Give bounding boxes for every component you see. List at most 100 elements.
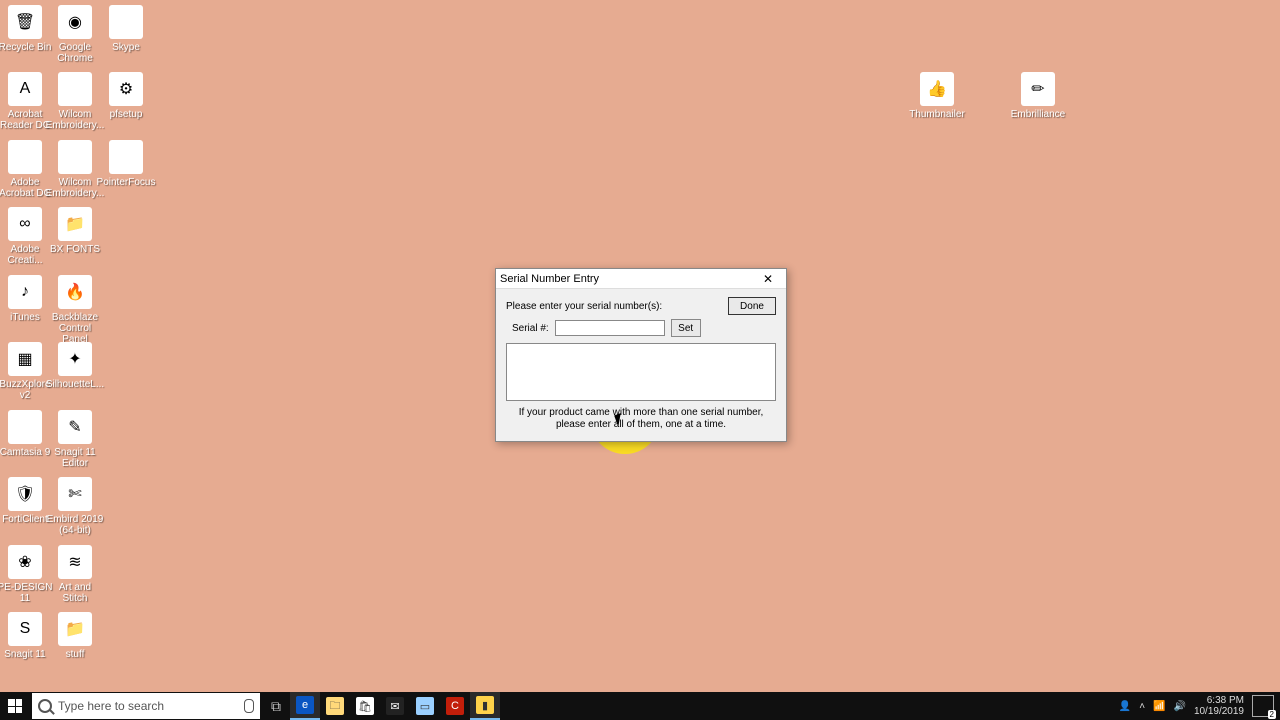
edge-icon-glyph: e [296,696,314,714]
volume-icon[interactable]: 🔊 [1173,701,1185,712]
serial-input[interactable] [555,320,665,336]
dialog-title: Serial Number Entry [500,273,754,285]
icon-label: stuff [45,649,105,660]
recycle-bin-icon[interactable]: 🗑Recycle Bin [1,5,49,53]
embrilliance-icon-glyph: ✏ [1021,72,1055,106]
thumbnailer-icon-glyph: 👍 [920,72,954,106]
icon-label: PointerFocus [96,177,156,188]
wilcom-embroidery-icon-2-glyph: ES [58,140,92,174]
wilcom-embroidery-icon-1-glyph: ES [58,72,92,106]
search-icon [38,699,52,713]
camtasia-task-icon-glyph: C [446,697,464,715]
tray-overflow-icon[interactable]: ˄ [1139,701,1145,712]
pointerfocus-icon[interactable]: ◎PointerFocus [102,140,150,188]
embrilliance-task-icon[interactable]: ▮ [470,692,500,720]
camtasia-icon-glyph: C [8,410,42,444]
embrilliance-task-icon-glyph: ▮ [476,696,494,714]
camtasia-task-icon[interactable]: C [440,692,470,720]
snagit-icon[interactable]: SSnagit 11 [1,612,49,660]
thumbnailer-icon[interactable]: 👍Thumbnailer [913,72,961,120]
icon-label: Skype [96,42,156,53]
mail-icon[interactable]: ✉ [380,692,410,720]
forticlient-icon[interactable]: 🛡FortiClient [1,477,49,525]
serial-number-dialog: Serial Number Entry ✕ Please enter your … [495,268,787,442]
stuff-icon[interactable]: 📁stuff [51,612,99,660]
adobe-acrobat-icon[interactable]: AAdobe Acrobat DC [1,140,49,199]
microphone-icon[interactable] [244,699,254,713]
icon-label: Art and Stitch [45,582,105,604]
icon-label: pfsetup [96,109,156,120]
acrobat-reader-icon-glyph: A [8,72,42,106]
backblaze-icon[interactable]: 🔥Backblaze Control Panel [51,275,99,345]
close-button[interactable]: ✕ [754,270,782,288]
close-icon: ✕ [763,272,773,286]
serial-label: Serial #: [512,323,549,334]
notepad-icon[interactable]: ▭ [410,692,440,720]
buzzxplore-icon-glyph: ▦ [8,342,42,376]
task-view-button[interactable]: ⧉ [262,692,290,720]
art-stitch-icon-glyph: ≋ [58,545,92,579]
embird-icon[interactable]: ✄Embird 2019 (64-bit) [51,477,99,536]
snagit-editor-icon[interactable]: ✎Snagit 11 Editor [51,410,99,469]
google-chrome-icon[interactable]: ◉Google Chrome [51,5,99,64]
wilcom-embroidery-icon-2[interactable]: ESWilcom Embroidery... [51,140,99,199]
search-box[interactable]: Type here to search [32,693,260,719]
pfsetup-icon-glyph: ⚙ [109,72,143,106]
adobe-creative-icon[interactable]: ∞Adobe Creati... [1,207,49,266]
edge-icon[interactable]: e [290,692,320,720]
stuff-icon-glyph: 📁 [58,612,92,646]
notification-badge: 2 [1268,710,1276,719]
adobe-acrobat-icon-glyph: A [8,140,42,174]
recycle-bin-icon-glyph: 🗑 [8,5,42,39]
backblaze-icon-glyph: 🔥 [58,275,92,309]
store-icon-glyph: 🛍 [356,697,374,715]
pfsetup-icon[interactable]: ⚙pfsetup [102,72,150,120]
clock[interactable]: 6:38 PM 10/19/2019 [1194,695,1244,717]
pointerfocus-icon-glyph: ◎ [109,140,143,174]
icon-label: BX FONTS [45,244,105,255]
snagit-icon-glyph: S [8,612,42,646]
start-button[interactable] [0,692,30,720]
done-button[interactable]: Done [728,297,776,315]
serial-list[interactable] [506,343,776,401]
dialog-titlebar[interactable]: Serial Number Entry ✕ [496,269,786,289]
forticlient-icon-glyph: 🛡 [8,477,42,511]
icon-label: Snagit 11 Editor [45,447,105,469]
skype-icon-glyph: S [109,5,143,39]
google-chrome-icon-glyph: ◉ [58,5,92,39]
set-button[interactable]: Set [671,319,701,337]
dialog-prompt: Please enter your serial number(s): [506,301,722,312]
itunes-icon[interactable]: ♪iTunes [1,275,49,323]
mail-icon-glyph: ✉ [386,697,404,715]
people-icon[interactable]: 👤 [1119,701,1131,712]
file-explorer-icon-glyph: 🗀 [326,697,344,715]
wilcom-embroidery-icon-1[interactable]: ESWilcom Embroidery... [51,72,99,131]
camtasia-icon[interactable]: CCamtasia 9 [1,410,49,458]
embrilliance-icon[interactable]: ✏Embrilliance [1014,72,1062,120]
dialog-hint: If your product came with more than one … [506,407,776,431]
store-icon[interactable]: 🛍 [350,692,380,720]
icon-label: Thumbnailer [907,109,967,120]
icon-label: Backblaze Control Panel [45,312,105,345]
snagit-editor-icon-glyph: ✎ [58,410,92,444]
file-explorer-icon[interactable]: 🗀 [320,692,350,720]
pe-design-icon[interactable]: ❀PE-DESIGN 11 [1,545,49,604]
icon-label: SilhouetteL... [45,379,105,390]
network-icon[interactable]: 📶 [1153,701,1165,712]
bx-fonts-icon[interactable]: 📁BX FONTS [51,207,99,255]
windows-logo-icon [8,699,22,713]
skype-icon[interactable]: SSkype [102,5,150,53]
silhouette-icon-glyph: ✦ [58,342,92,376]
embird-icon-glyph: ✄ [58,477,92,511]
silhouette-icon[interactable]: ✦SilhouetteL... [51,342,99,390]
buzzxplore-icon[interactable]: ▦BuzzXplore v2 [1,342,49,401]
system-tray: 👤 ˄ 📶 🔊 6:38 PM 10/19/2019 2 [1113,695,1280,717]
acrobat-reader-icon[interactable]: AAcrobat Reader DC [1,72,49,131]
notepad-icon-glyph: ▭ [416,697,434,715]
action-center-button[interactable]: 2 [1252,695,1274,717]
bx-fonts-icon-glyph: 📁 [58,207,92,241]
adobe-creative-icon-glyph: ∞ [8,207,42,241]
taskbar: Type here to search ⧉ e 🗀 🛍 ✉ ▭ C ▮ 👤 ˄ 📶 🔊 6:… [0,692,1280,720]
pe-design-icon-glyph: ❀ [8,545,42,579]
art-stitch-icon[interactable]: ≋Art and Stitch [51,545,99,604]
